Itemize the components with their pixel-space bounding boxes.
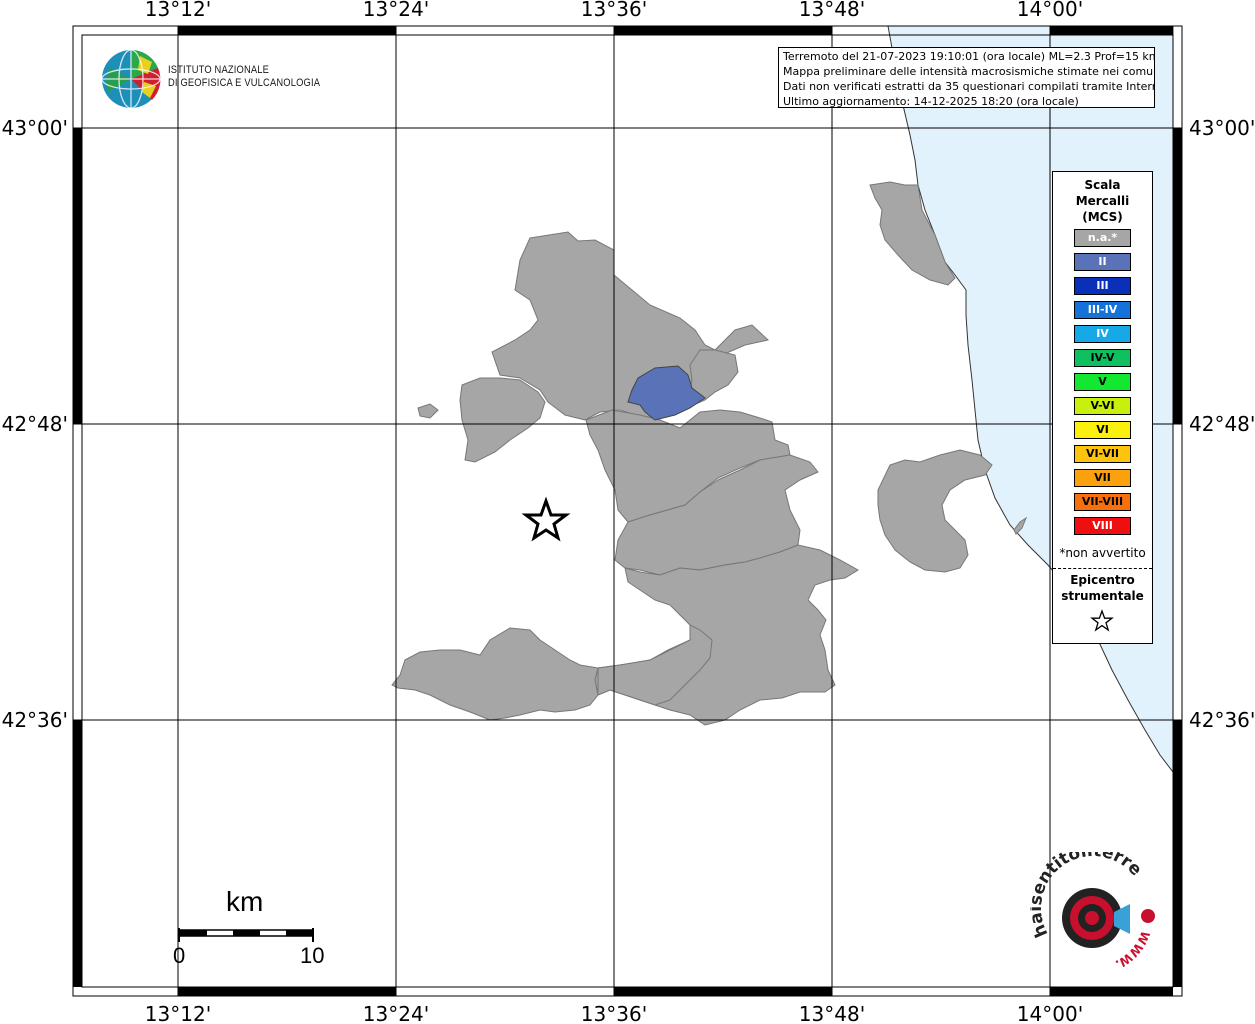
lon-label-top: 13°24': [363, 0, 429, 21]
ingv-globe-logo: [101, 49, 161, 109]
legend-note: *non avvertito: [1059, 546, 1146, 560]
legend-epicenter-label: Epicentro strumentale: [1061, 573, 1144, 603]
lat-label-right: 42°48': [1189, 412, 1255, 436]
lon-label-bottom: 13°12': [145, 1002, 211, 1024]
legend-swatch: II: [1074, 253, 1131, 271]
lon-label-bottom: 13°24': [363, 1002, 429, 1024]
event-info-line: Terremoto del 21-07-2023 19:10:01 (ora l…: [783, 50, 1155, 63]
lat-label-left: 42°36': [2, 708, 68, 732]
legend-swatch: VII-VIII: [1074, 493, 1131, 511]
epicenter-star-icon: [521, 496, 571, 542]
legend-swatch: VI-VII: [1074, 445, 1131, 463]
lat-label-left: 43°00': [2, 116, 68, 140]
legend-swatch: V-VI: [1074, 397, 1131, 415]
svg-text:WWW.: WWW.: [1113, 929, 1152, 972]
legend-swatch: III: [1074, 277, 1131, 295]
legend-title: Scala Mercalli (MCS): [1075, 178, 1130, 224]
lat-label-right: 43°00': [1189, 116, 1255, 140]
municipality-area: [391, 627, 599, 721]
legend-swatch: V: [1074, 373, 1131, 391]
municipalities-na: [391, 181, 1028, 726]
epicenter-star-icon: [1090, 609, 1114, 632]
mcs-legend: Scala Mercalli (MCS) n.a.* II III III-IV IV I…: [1052, 171, 1153, 644]
event-info-line: Dati non verificati estratti da 35 quest…: [783, 80, 1155, 93]
event-info-line: Ultimo aggiornamento: 14-12-2025 18:20 (…: [783, 95, 1079, 108]
lat-label-left: 42°48': [2, 412, 68, 436]
lon-label-bottom: 13°48': [799, 1002, 865, 1024]
haisentito-www: WWW.: [1113, 929, 1152, 972]
event-info-box: Terremoto del 21-07-2023 19:10:01 (ora l…: [778, 47, 1155, 108]
lon-label-bottom: 13°36': [581, 1002, 647, 1024]
ingv-name: ISTITUTO NAZIONALE DI GEOFISICA E VULCAN…: [168, 64, 321, 89]
scale-bar: [178, 928, 314, 942]
municipality-area: [877, 449, 993, 573]
legend-swatch: III-IV: [1074, 301, 1131, 319]
municipality-area: [459, 377, 546, 463]
legend-swatch: IV: [1074, 325, 1131, 343]
scale-bar-min: 0: [173, 943, 186, 968]
legend-swatch: VIII: [1074, 517, 1131, 535]
lon-label-top: 13°36': [581, 0, 647, 21]
lat-label-right: 42°36': [1189, 708, 1255, 732]
lon-label-top: 13°48': [799, 0, 865, 21]
scale-bar-max: 10: [300, 943, 325, 968]
legend-swatch: IV-V: [1074, 349, 1131, 367]
lon-label-top: 13°12': [145, 0, 211, 21]
haisentito-logo: haisentitoilterremoto.it WWW.: [1030, 852, 1155, 972]
municipality-area: [417, 403, 439, 419]
legend-swatch: VII: [1074, 469, 1131, 487]
lon-label-top: 14°00': [1017, 0, 1083, 21]
legend-swatch: n.a.*: [1074, 229, 1131, 247]
lon-label-bottom: 14°00': [1017, 1002, 1083, 1024]
event-info-line: Mappa preliminare delle intensità macros…: [783, 65, 1155, 78]
scale-bar-unit: km: [226, 886, 264, 917]
legend-swatch: VI: [1074, 421, 1131, 439]
legend-divider: [1053, 568, 1152, 569]
